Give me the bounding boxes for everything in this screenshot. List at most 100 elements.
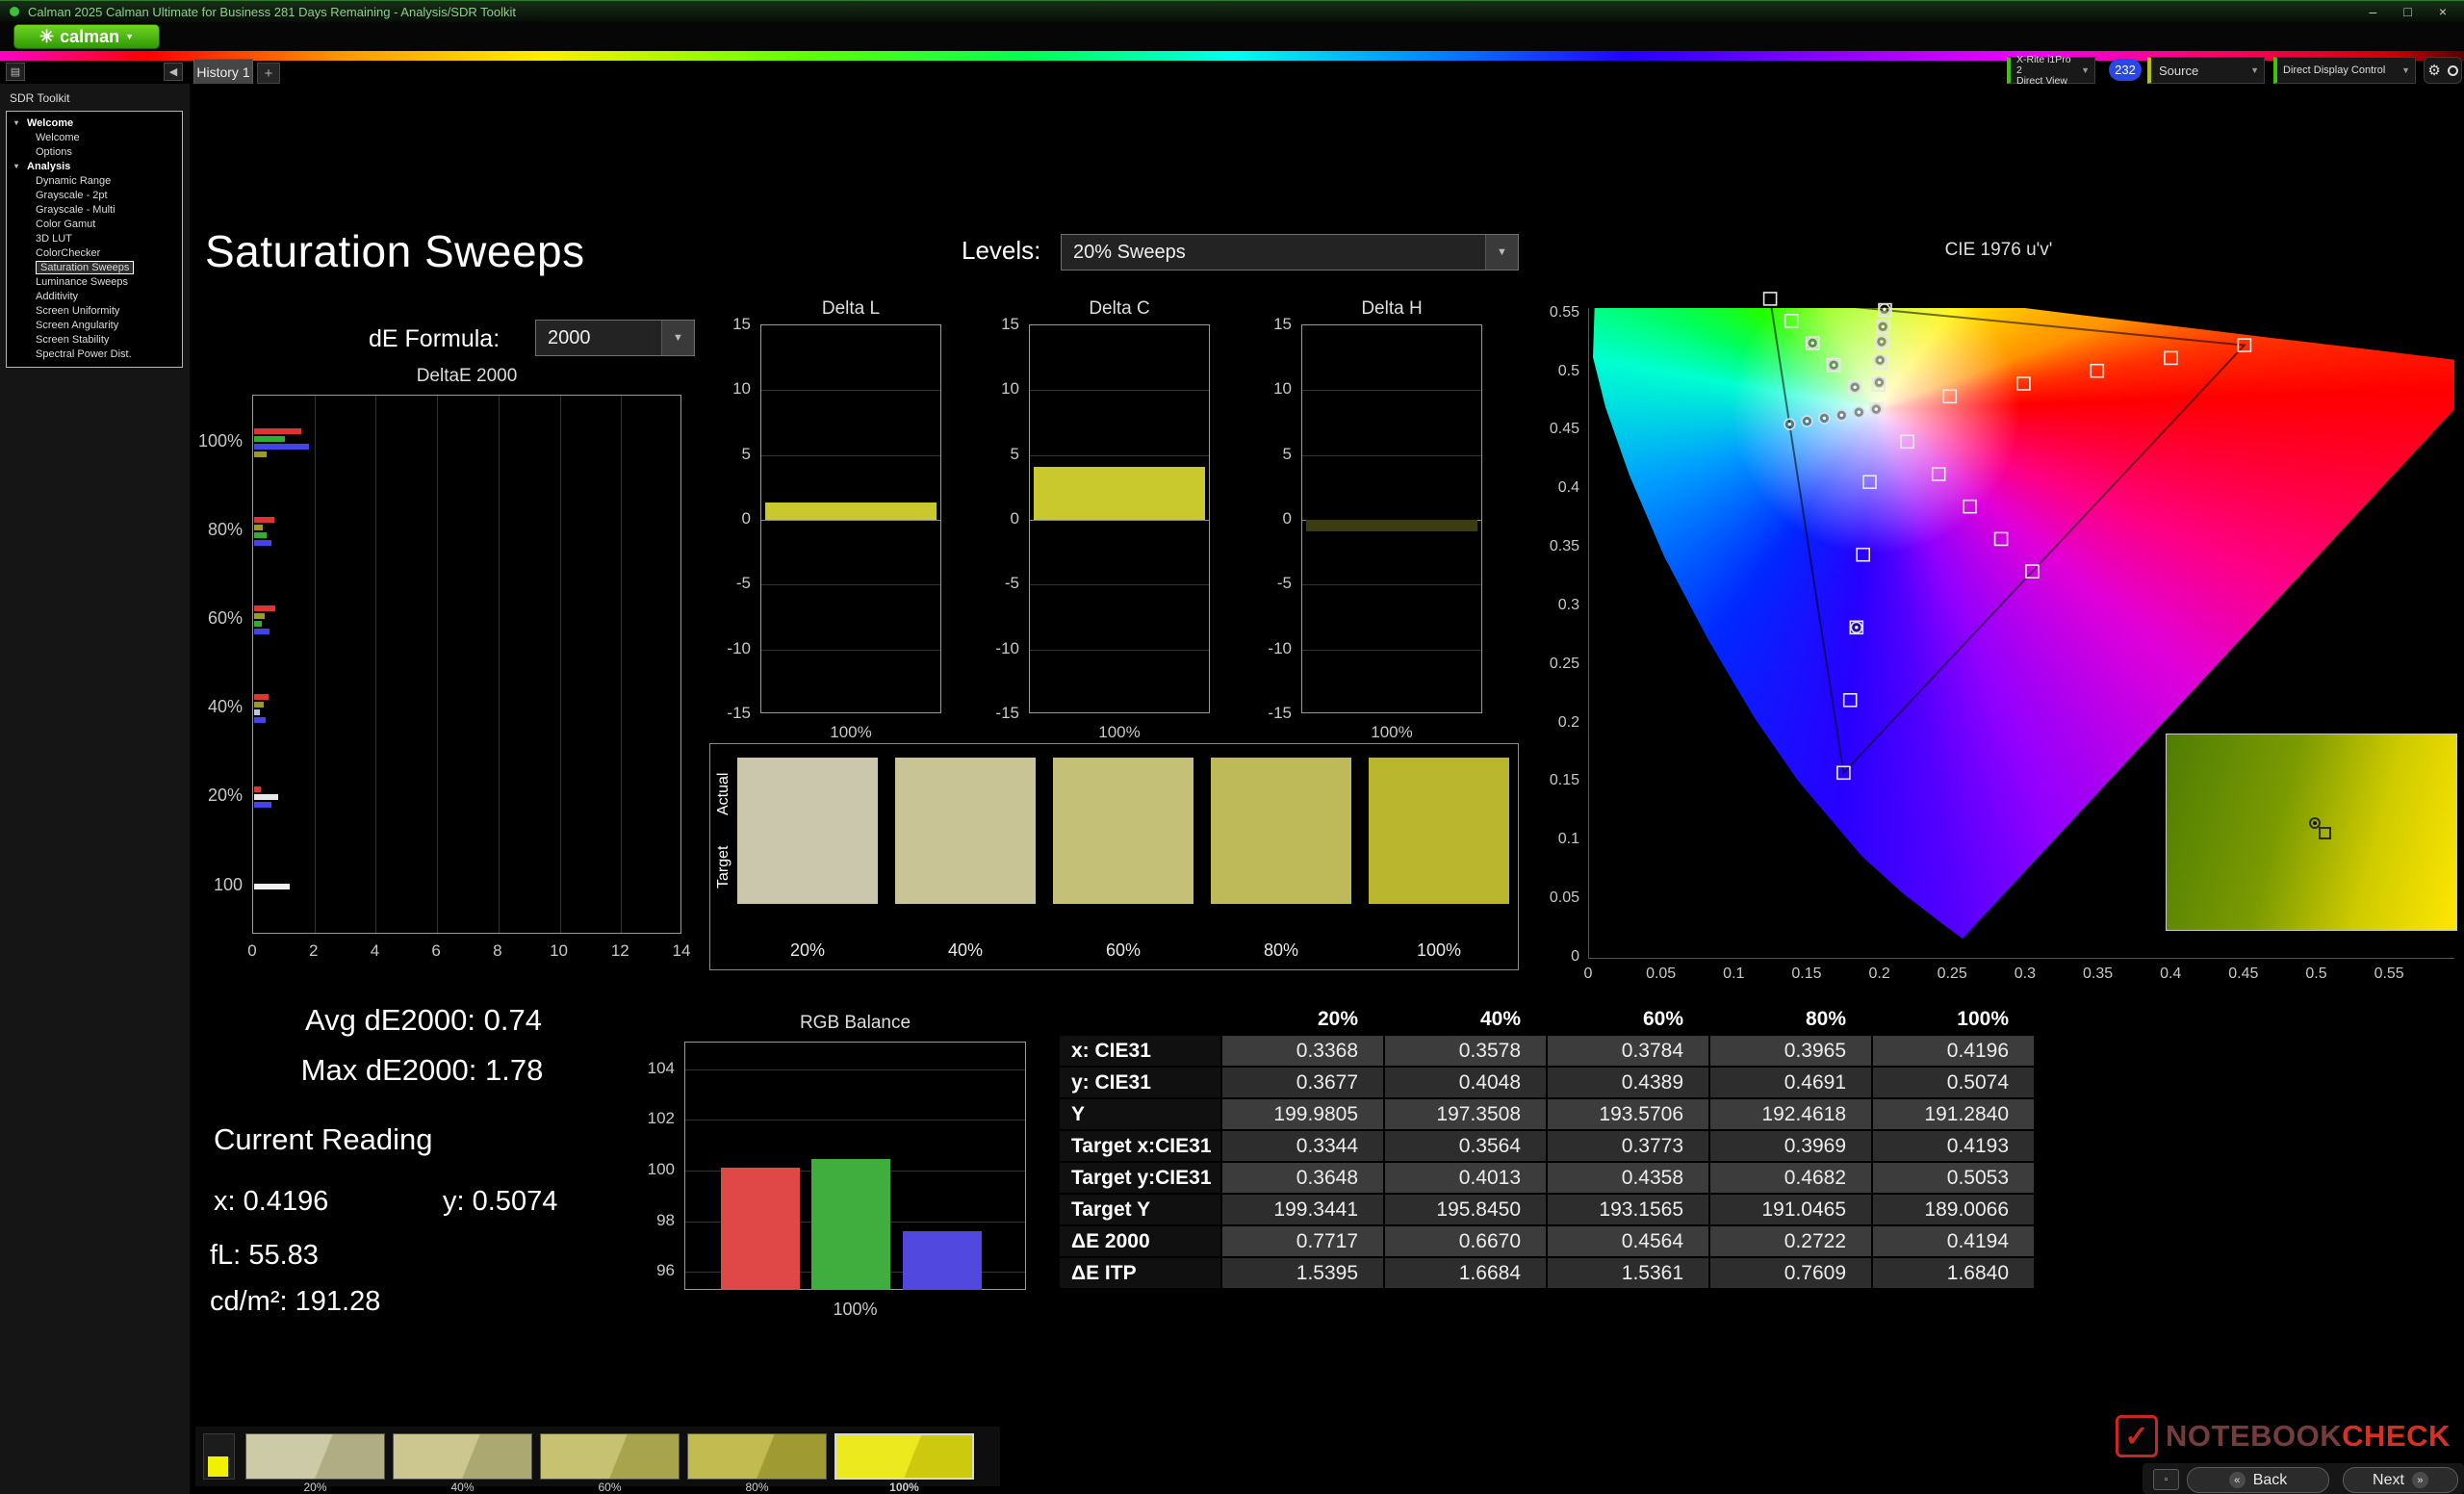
max-de2000-value: 1.78 bbox=[485, 1053, 543, 1087]
close-button[interactable]: × bbox=[2439, 4, 2447, 19]
swatch-100 bbox=[1369, 758, 1509, 904]
gridline bbox=[761, 584, 940, 585]
rgb-y-tick: 100 bbox=[627, 1160, 675, 1179]
patch-thumb-20[interactable] bbox=[245, 1433, 385, 1480]
de-formula-dropdown[interactable]: 2000 ▼ bbox=[535, 320, 695, 356]
table-row: y: CIE310.36770.40480.43890.46910.5074 bbox=[1059, 1067, 2035, 1098]
sidebar-item-saturation-sweeps[interactable]: Saturation Sweeps bbox=[7, 260, 182, 274]
sidebar-item-spectral-power-dist[interactable]: Spectral Power Dist. bbox=[7, 347, 182, 361]
table-column-header: 40% bbox=[1384, 1003, 1547, 1035]
measured-point-dot bbox=[1833, 364, 1835, 367]
gear-icon[interactable]: ⚙ bbox=[2427, 62, 2440, 79]
sidebar-item-screen-angularity[interactable]: Screen Angularity bbox=[7, 318, 182, 332]
deltae-bar bbox=[254, 709, 260, 715]
sidebar-item-dynamic-range[interactable]: Dynamic Range bbox=[7, 173, 182, 188]
sidebar-item-additivity[interactable]: Additivity bbox=[7, 289, 182, 303]
sidebar-item-luminance-sweeps[interactable]: Luminance Sweeps bbox=[7, 274, 182, 289]
gridline bbox=[560, 396, 561, 933]
delta-c-title: Delta C bbox=[1029, 298, 1210, 320]
patch-thumb-60[interactable] bbox=[540, 1433, 680, 1480]
patch-thumb-label: 100% bbox=[834, 1481, 974, 1494]
delta-h-y-tick: -10 bbox=[1245, 639, 1292, 658]
maximize-button[interactable]: □ bbox=[2403, 4, 2411, 19]
meter-selector[interactable]: X-Rite i1Pro 2 Direct View ▼ bbox=[2007, 57, 2095, 84]
table-cell: 0.4196 bbox=[1872, 1035, 2035, 1067]
target-square bbox=[2017, 377, 2030, 390]
delta-l-y-tick: -10 bbox=[705, 639, 751, 658]
layout-toggle-button[interactable]: ▫ bbox=[2153, 1469, 2179, 1490]
expand-icon[interactable]: ▾ bbox=[14, 162, 27, 170]
power-icon[interactable] bbox=[2448, 65, 2458, 76]
calman-menu-button[interactable]: ✳ calman ▼ bbox=[13, 24, 160, 49]
tree-item-label: Grayscale - 2pt bbox=[36, 190, 108, 201]
target-row-label: Target bbox=[715, 831, 732, 904]
deltae-y-tick: 20% bbox=[171, 786, 243, 806]
sidebar-item-color-gamut[interactable]: Color Gamut bbox=[7, 217, 182, 231]
notebookcheck-logo-icon: ✓ bbox=[2116, 1415, 2158, 1457]
delta-h-y-tick: -5 bbox=[1245, 574, 1292, 593]
gridline bbox=[1302, 584, 1481, 585]
sidebar-item-3d-lut[interactable]: 3D LUT bbox=[7, 231, 182, 245]
gridline bbox=[1030, 520, 1209, 521]
table-cell: 191.0465 bbox=[1709, 1194, 1872, 1225]
delta-l-y-tick: -15 bbox=[705, 704, 751, 723]
active-patch-tile[interactable] bbox=[203, 1433, 235, 1480]
sidebar-item-screen-stability[interactable]: Screen Stability bbox=[7, 332, 182, 347]
panel-toggle-icon[interactable]: ▤ bbox=[6, 63, 25, 81]
display-control-selector[interactable]: Direct Display Control ▼ bbox=[2273, 57, 2416, 84]
target-square bbox=[1933, 468, 1945, 480]
measured-point-dot bbox=[1875, 407, 1878, 410]
delta-l-x-label: 100% bbox=[760, 723, 941, 742]
gridline bbox=[1302, 455, 1481, 456]
add-tab-button[interactable]: + bbox=[257, 63, 280, 84]
delta-h-x-label: 100% bbox=[1301, 723, 1482, 742]
reading-cd: cd/m²: 191.28 bbox=[210, 1286, 380, 1318]
sidebar-item-grayscale-2pt[interactable]: Grayscale - 2pt bbox=[7, 188, 182, 202]
tab-history-label: History 1 bbox=[196, 64, 249, 80]
deltae-bar bbox=[254, 532, 267, 538]
rgb-y-tick: 104 bbox=[627, 1059, 675, 1078]
measured-point-dot bbox=[1855, 626, 1858, 629]
sidebar-item-options[interactable]: Options bbox=[7, 144, 182, 159]
sidebar-item-welcome[interactable]: Welcome bbox=[7, 130, 182, 144]
collapse-sidebar-icon[interactable]: ◀ bbox=[164, 63, 183, 81]
rgb-y-tick: 102 bbox=[627, 1109, 675, 1128]
inset-point-dot bbox=[2313, 821, 2317, 825]
table-cell: 1.5361 bbox=[1547, 1257, 1709, 1289]
sidebar-item-grayscale-multi[interactable]: Grayscale - Multi bbox=[7, 202, 182, 217]
deltae-bar bbox=[254, 444, 309, 450]
measured-point-dot bbox=[1788, 423, 1791, 425]
gridline bbox=[437, 396, 438, 933]
table-row-label: x: CIE31 bbox=[1059, 1035, 1221, 1067]
target-square bbox=[1844, 694, 1857, 707]
sidebar-item-welcome[interactable]: ▾Welcome bbox=[7, 116, 182, 130]
delta-l-bar bbox=[765, 502, 937, 520]
gridline bbox=[499, 396, 500, 933]
deltae-y-tick: 40% bbox=[171, 697, 243, 717]
table-cell: 0.3564 bbox=[1384, 1130, 1547, 1162]
levels-dropdown[interactable]: 20% Sweeps ▼ bbox=[1061, 234, 1519, 270]
table-cell: 0.4691 bbox=[1709, 1067, 1872, 1098]
sidebar-item-screen-uniformity[interactable]: Screen Uniformity bbox=[7, 303, 182, 318]
patch-thumb-80[interactable] bbox=[687, 1433, 827, 1480]
patch-thumb-40[interactable] bbox=[393, 1433, 532, 1480]
source-selector[interactable]: Source ▼ bbox=[2147, 57, 2265, 84]
deltae-bar bbox=[254, 605, 275, 611]
expand-icon[interactable]: ▾ bbox=[14, 118, 27, 127]
back-arrow-icon: « bbox=[2229, 1472, 2246, 1488]
deltae-chart-title: DeltaE 2000 bbox=[252, 366, 681, 387]
avg-de2000-label: Avg dE2000: bbox=[305, 1003, 475, 1037]
next-button-label: Next bbox=[2373, 1472, 2404, 1489]
tab-history-1[interactable]: History 1 bbox=[193, 59, 253, 84]
next-button[interactable]: Next » bbox=[2343, 1467, 2458, 1493]
deltae-x-tick: 8 bbox=[478, 941, 517, 961]
table-row: Target Y199.3441195.8450193.1565191.0465… bbox=[1059, 1194, 2035, 1225]
reading-fl-label: fL: bbox=[210, 1240, 241, 1271]
patch-thumb-100[interactable] bbox=[834, 1433, 974, 1480]
minimize-button[interactable]: – bbox=[2370, 4, 2377, 19]
calman-logo-label: calman bbox=[60, 27, 119, 47]
back-button[interactable]: « Back bbox=[2187, 1467, 2329, 1493]
gridline bbox=[1302, 650, 1481, 651]
sidebar-item-colorchecker[interactable]: ColorChecker bbox=[7, 245, 182, 260]
sidebar-item-analysis[interactable]: ▾Analysis bbox=[7, 159, 182, 173]
